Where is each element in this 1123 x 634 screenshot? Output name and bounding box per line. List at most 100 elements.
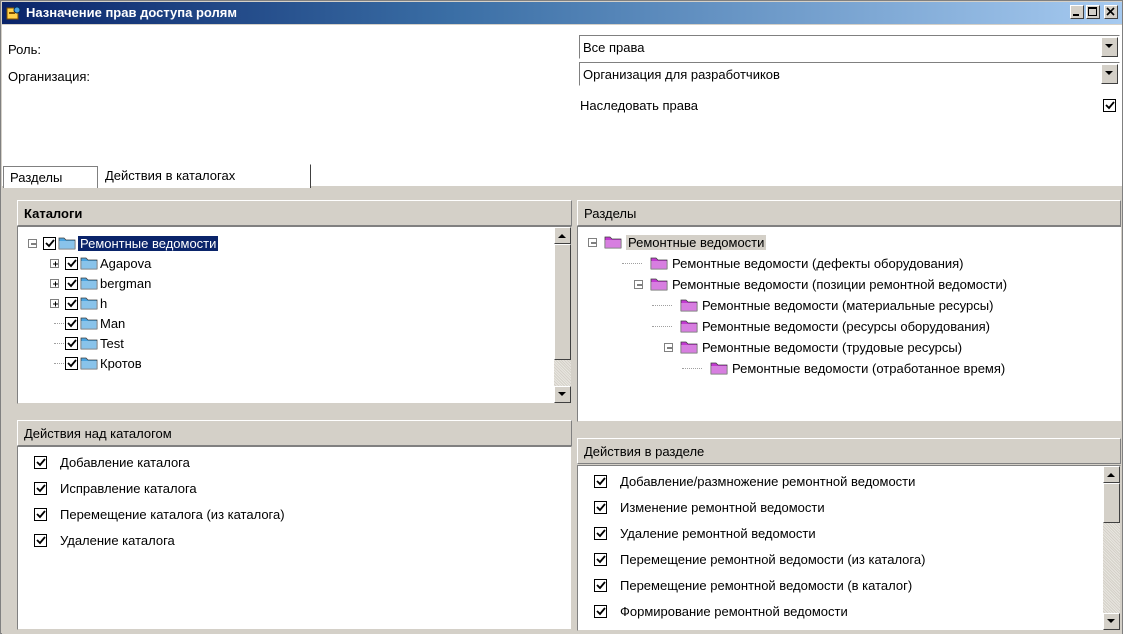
scroll-up-button[interactable]	[1103, 466, 1120, 483]
tree-checkbox[interactable]	[65, 257, 78, 270]
chevron-up-icon	[1107, 473, 1115, 477]
scroll-down-button[interactable]	[554, 386, 571, 403]
scroll-thumb[interactable]	[554, 244, 571, 360]
tree-item[interactable]: h	[18, 294, 548, 314]
tree-item-label: Кротов	[100, 356, 142, 371]
folder-magenta-icon	[604, 236, 622, 249]
tree-item[interactable]: Man	[18, 314, 548, 334]
action-checkbox[interactable]	[594, 605, 607, 618]
check-icon	[596, 529, 606, 538]
action-item[interactable]: Добавление/размножение ремонтной ведомос…	[578, 472, 1078, 492]
scroll-down-button[interactable]	[1103, 613, 1120, 630]
tree-item-label: Ремонтные ведомости (трудовые ресурсы)	[702, 340, 963, 355]
expand-icon	[53, 301, 58, 307]
check-icon	[36, 536, 46, 545]
folder-magenta-icon	[650, 255, 668, 273]
action-item[interactable]: Перемещение ремонтной ведомости (в катал…	[578, 576, 1078, 596]
action-label: Перемещение ремонтной ведомости (в катал…	[620, 578, 913, 593]
tree-item[interactable]: Ремонтные ведомости (трудовые ресурсы)	[578, 338, 1118, 358]
tree-item[interactable]: Ремонтные ведомости (ресурсы оборудовани…	[578, 317, 1118, 337]
tree-checkbox[interactable]	[65, 317, 78, 330]
tree-expander[interactable]	[634, 280, 643, 289]
action-label: Удаление ремонтной ведомости	[620, 526, 816, 541]
tree-expander[interactable]	[50, 279, 59, 288]
scroll-thumb[interactable]	[1103, 483, 1120, 523]
folder-icon	[80, 357, 98, 370]
tree-item[interactable]: Ремонтные ведомости (материальные ресурс…	[578, 296, 1118, 316]
action-checkbox[interactable]	[594, 579, 607, 592]
tab-1[interactable]: Действия в каталогах	[98, 164, 311, 188]
tree-checkbox[interactable]	[43, 237, 56, 250]
title-bar[interactable]: Назначение прав доступа ролям	[2, 2, 1122, 24]
check-icon	[67, 299, 77, 308]
org-dropdown-button[interactable]	[1101, 64, 1118, 84]
tree-expander[interactable]	[50, 299, 59, 308]
catalogs-tree[interactable]: Ремонтные ведомости Agapova bergman h Man Tes…	[17, 226, 572, 404]
action-item[interactable]: Добавление каталога	[18, 453, 518, 473]
catalogs-scrollbar[interactable]	[554, 227, 571, 403]
maximize-button[interactable]	[1086, 5, 1100, 19]
catalog-actions-list[interactable]: Добавление каталога Исправление каталога П…	[17, 446, 572, 630]
tree-item[interactable]: Ремонтные ведомости (отработанное время)	[578, 359, 1118, 379]
check-icon	[596, 581, 606, 590]
tree-checkbox[interactable]	[65, 277, 78, 290]
action-item[interactable]: Удаление каталога	[18, 531, 518, 551]
tree-expander[interactable]	[588, 238, 597, 247]
folder-magenta-icon	[680, 318, 698, 336]
action-checkbox[interactable]	[34, 482, 47, 495]
folder-magenta-icon	[650, 276, 668, 294]
action-checkbox[interactable]	[594, 501, 607, 514]
tree-item-label: Test	[100, 336, 124, 351]
tree-item[interactable]: Ремонтные ведомости	[18, 234, 548, 254]
sections-tree[interactable]: Ремонтные ведомости Ремонтные ведомости (…	[577, 226, 1121, 422]
tree-checkbox[interactable]	[65, 337, 78, 350]
action-item[interactable]: Формирование ремонтной ведомости	[578, 602, 1078, 622]
action-checkbox[interactable]	[34, 456, 47, 469]
role-combo[interactable]: Все права	[579, 35, 1120, 59]
tree-connector	[652, 326, 672, 327]
inherit-checkbox[interactable]	[1103, 99, 1116, 112]
inherit-label: Наследовать права	[580, 98, 698, 113]
folder-magenta-icon	[650, 278, 668, 291]
action-checkbox[interactable]	[594, 553, 607, 566]
section-actions-scrollbar[interactable]	[1103, 466, 1120, 630]
catalog-actions-header: Действия над каталогом	[17, 420, 572, 446]
tree-item[interactable]: Ремонтные ведомости	[578, 233, 1118, 253]
section-actions-list[interactable]: Добавление/размножение ремонтной ведомос…	[577, 465, 1121, 631]
tree-item[interactable]: Кротов	[18, 354, 548, 374]
close-button[interactable]	[1104, 5, 1118, 19]
tree-expander[interactable]	[28, 239, 37, 248]
tree-checkbox[interactable]	[65, 357, 78, 370]
action-checkbox[interactable]	[34, 534, 47, 547]
action-item[interactable]: Перемещение ремонтной ведомости (из ката…	[578, 550, 1078, 570]
action-item[interactable]: Удаление ремонтной ведомости	[578, 524, 1078, 544]
section-actions-header: Действия в разделе	[577, 438, 1121, 464]
tree-item[interactable]: Test	[18, 334, 548, 354]
action-item[interactable]: Исправление каталога	[18, 479, 518, 499]
folder-icon	[80, 275, 98, 293]
action-checkbox[interactable]	[594, 475, 607, 488]
tree-item[interactable]: Ремонтные ведомости (позиции ремонтной в…	[578, 275, 1118, 295]
folder-icon	[80, 257, 98, 270]
folder-icon	[80, 277, 98, 290]
tree-expander[interactable]	[664, 343, 673, 352]
tree-item[interactable]: bergman	[18, 274, 548, 294]
tree-item-label: Ремонтные ведомости (дефекты оборудовани…	[672, 256, 964, 271]
scroll-up-button[interactable]	[554, 227, 571, 244]
tree-item-label: Ремонтные ведомости (отработанное время)	[732, 361, 1006, 376]
catalogs-header: Каталоги	[17, 200, 572, 226]
org-combo[interactable]: Организация для разработчиков	[579, 62, 1120, 86]
tree-checkbox[interactable]	[65, 297, 78, 310]
tree-expander[interactable]	[50, 259, 59, 268]
role-dropdown-button[interactable]	[1101, 37, 1118, 57]
tree-item[interactable]: Ремонтные ведомости (дефекты оборудовани…	[578, 254, 1118, 274]
action-label: Перемещение ремонтной ведомости (из ката…	[620, 552, 926, 567]
minimize-button[interactable]	[1070, 5, 1084, 19]
action-item[interactable]: Изменение ремонтной ведомости	[578, 498, 1078, 518]
tab-0[interactable]: Разделы	[3, 166, 98, 188]
action-checkbox[interactable]	[594, 527, 607, 540]
action-checkbox[interactable]	[34, 508, 47, 521]
action-item[interactable]: Перемещение каталога (из каталога)	[18, 505, 518, 525]
tree-item[interactable]: Agapova	[18, 254, 548, 274]
folder-magenta-icon	[710, 362, 728, 375]
